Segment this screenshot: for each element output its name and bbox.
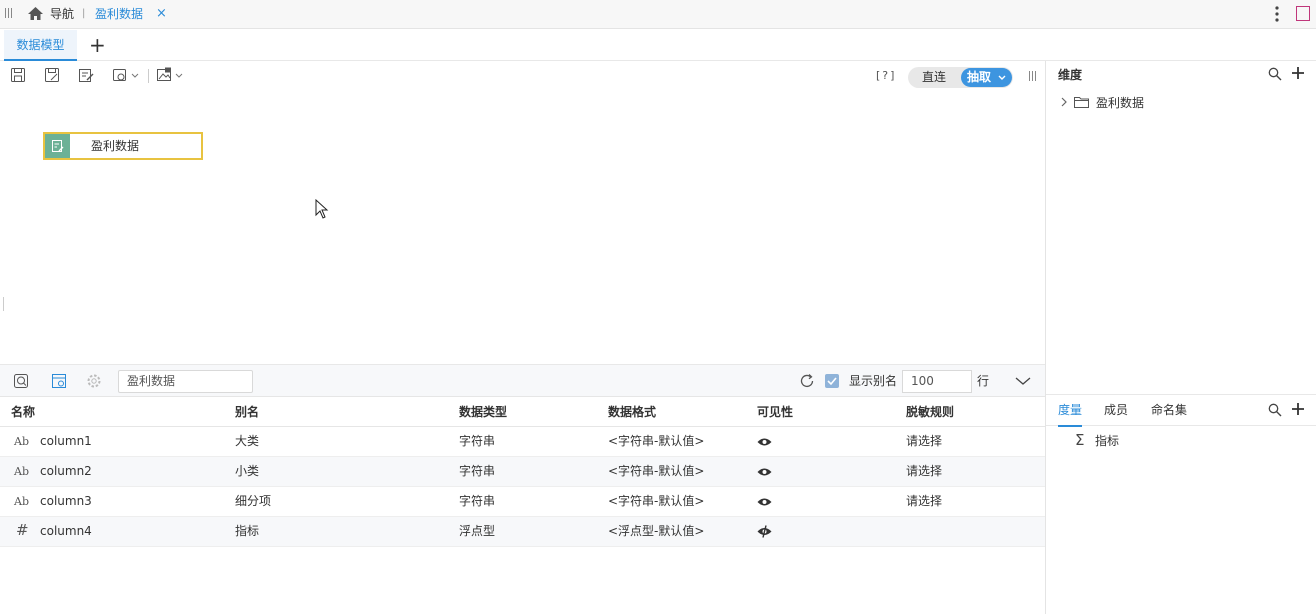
visible-eye-icon[interactable] — [757, 497, 772, 507]
field-alias[interactable]: 小类 — [235, 457, 259, 485]
masking-rule-select[interactable]: 请选择 — [906, 457, 942, 485]
left-resize-handle[interactable] — [3, 297, 4, 311]
folder-icon — [1074, 96, 1089, 108]
panel-resize-handle-icon[interactable] — [1029, 71, 1037, 82]
tab-members[interactable]: 成员 — [1104, 395, 1128, 425]
field-data-type[interactable]: 浮点型 — [459, 517, 495, 545]
string-type-icon: Ab — [14, 435, 29, 448]
column-header-data-format[interactable]: 数据格式 — [608, 397, 656, 427]
table-node-icon — [45, 134, 70, 158]
show-alias-checkbox[interactable] — [825, 374, 839, 388]
table-node-label: 盈利数据 — [91, 139, 140, 153]
search-icon[interactable] — [1268, 67, 1282, 81]
field-table-toolbar: 盈利数据 显示别名 100 行 — [0, 365, 1045, 397]
settings-dropdown-icon[interactable] — [112, 67, 140, 85]
image-export-dropdown-icon[interactable] — [156, 67, 184, 85]
nav-separator: | — [82, 8, 86, 19]
visible-eye-icon[interactable] — [757, 437, 772, 447]
mode-extract-label: 抽取 — [967, 70, 992, 84]
mode-extract-option[interactable]: 抽取 — [961, 68, 1012, 87]
tab-named-sets[interactable]: 命名集 — [1151, 395, 1187, 425]
add-tab-icon[interactable]: + — [89, 33, 106, 57]
column-header-name[interactable]: 名称 — [11, 397, 35, 427]
field-name: column4 — [40, 524, 92, 538]
measure-item[interactable]: 指标 — [1095, 434, 1119, 448]
number-type-icon: # — [16, 521, 29, 539]
table-row[interactable]: Ab column3 细分项 字符串 <字符串-默认值> 请选择 — [0, 487, 1045, 517]
table-row[interactable]: Ab column1 大类 字符串 <字符串-默认值> 请选择 — [0, 427, 1045, 457]
mode-direct-option[interactable]: 直连 — [908, 67, 960, 88]
field-alias[interactable]: 细分项 — [235, 487, 271, 515]
row-count-input[interactable]: 100 — [902, 370, 972, 393]
field-name: column1 — [40, 434, 92, 448]
table-row[interactable]: Ab column2 小类 字符串 <字符串-默认值> 请选择 — [0, 457, 1045, 487]
field-data-format[interactable]: <字符串-默认值> — [608, 457, 704, 485]
edit-icon[interactable] — [78, 67, 96, 85]
column-header-data-type[interactable]: 数据类型 — [459, 397, 507, 427]
tab-measure[interactable]: 度量 — [1058, 395, 1083, 427]
table-row[interactable]: # column4 指标 浮点型 <浮点型-默认值> — [0, 517, 1045, 547]
measure-tabs: 度量 成员 命名集 — [1046, 394, 1316, 427]
table-name-input[interactable]: 盈利数据 — [118, 370, 253, 393]
dimension-title: 维度 — [1058, 68, 1083, 82]
collapse-chevron-icon[interactable] — [1015, 375, 1031, 387]
save-icon[interactable] — [10, 67, 28, 85]
table-node[interactable]: 盈利数据 — [43, 132, 203, 160]
connection-mode-switch[interactable]: 直连 抽取 — [908, 67, 1013, 88]
right-panel: 维度 盈利数据 度量 成员 命名集 Σ 指标 — [1045, 61, 1316, 614]
drag-handle-icon[interactable] — [5, 8, 13, 19]
gear-icon[interactable] — [86, 373, 102, 389]
home-icon[interactable] — [27, 6, 44, 21]
table-header: 名称 别名 数据类型 数据格式 可见性 脱敏规则 — [0, 397, 1045, 427]
search-icon[interactable] — [1268, 403, 1282, 417]
field-data-format[interactable]: <字符串-默认值> — [608, 427, 704, 455]
preview-icon[interactable] — [13, 373, 30, 389]
field-settings-icon[interactable] — [51, 373, 67, 389]
string-type-icon: Ab — [14, 465, 29, 478]
field-data-format[interactable]: <字符串-默认值> — [608, 487, 704, 515]
string-type-icon: Ab — [14, 495, 29, 508]
top-navigation-bar: 导航 | 盈利数据 × — [0, 0, 1316, 29]
masking-rule-select[interactable]: 请选择 — [906, 427, 942, 455]
help-button[interactable]: [?] — [876, 69, 896, 82]
field-alias[interactable]: 大类 — [235, 427, 259, 455]
sigma-icon: Σ — [1075, 431, 1085, 449]
tab-data-model[interactable]: 数据模型 — [4, 30, 77, 61]
tab-dataset[interactable]: 盈利数据 — [95, 5, 143, 23]
column-header-visibility[interactable]: 可见性 — [757, 397, 793, 427]
close-tab-icon[interactable]: × — [156, 5, 167, 23]
field-data-type[interactable]: 字符串 — [459, 457, 495, 485]
field-data-type[interactable]: 字符串 — [459, 427, 495, 455]
field-data-format[interactable]: <浮点型-默认值> — [608, 517, 704, 545]
show-alias-label: 显示别名 — [849, 374, 898, 388]
column-header-alias[interactable]: 别名 — [235, 397, 259, 427]
field-table-panel: 盈利数据 显示别名 100 行 名称 别名 数据类型 数据格式 可见性 脱敏规则… — [0, 364, 1045, 614]
mouse-cursor-icon — [315, 199, 329, 219]
row-unit-label: 行 — [977, 374, 990, 388]
add-dimension-icon[interactable] — [1291, 66, 1305, 80]
field-data-type[interactable]: 字符串 — [459, 487, 495, 515]
field-name: column2 — [40, 464, 92, 478]
column-header-masking-rule[interactable]: 脱敏规则 — [906, 397, 954, 427]
visible-eye-icon[interactable] — [757, 467, 772, 477]
window-toggle-icon[interactable] — [1296, 6, 1310, 21]
nav-home-label[interactable]: 导航 — [50, 5, 74, 23]
field-name: column3 — [40, 494, 92, 508]
field-alias[interactable]: 指标 — [235, 517, 259, 545]
masking-rule-select[interactable]: 请选择 — [906, 487, 942, 515]
add-measure-icon[interactable] — [1291, 402, 1305, 416]
chevron-down-icon — [997, 68, 1007, 87]
model-tab-row: 数据模型 + — [0, 30, 1316, 61]
model-canvas[interactable]: [?] 直连 抽取 盈利数据 — [0, 61, 1045, 364]
partial-visibility-eye-icon[interactable] — [757, 525, 772, 538]
chevron-right-icon[interactable] — [1060, 96, 1068, 108]
toolbar-divider — [148, 69, 149, 83]
more-vertical-icon[interactable] — [1275, 6, 1279, 22]
save-as-icon[interactable] — [44, 67, 62, 85]
refresh-icon[interactable] — [799, 373, 815, 389]
dimension-tree-folder[interactable]: 盈利数据 — [1096, 96, 1144, 110]
